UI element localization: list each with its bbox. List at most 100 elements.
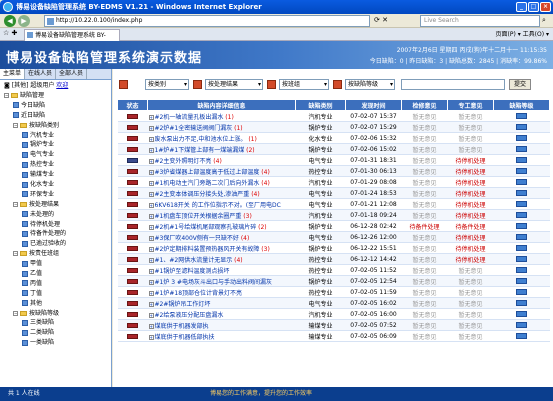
tree-item[interactable]: 待停机处理	[0, 220, 111, 230]
favorites-icon[interactable]: ☆ ✚	[3, 29, 17, 37]
table-row[interactable]: + 煤底供于机器低部执扶 输煤专业 07-02-05 06:09 暂无意见 暂无意见	[117, 330, 550, 342]
defect-link[interactable]: #1炉#18顶部仓位计背景灯不亮	[155, 290, 243, 297]
tree-item[interactable]: 今日缺陷	[0, 101, 111, 111]
level-select[interactable]: 按缺陷等级	[345, 79, 395, 90]
expand-icon[interactable]: −	[13, 310, 18, 316]
level-badge-icon[interactable]	[516, 289, 527, 295]
tree-item[interactable]: 乙值	[0, 269, 111, 279]
level-badge-icon[interactable]	[516, 190, 527, 196]
defect-link[interactable]: #1机电动主汽门旁路二次门后向外漏水	[155, 180, 260, 187]
close-button[interactable]: ×	[540, 2, 551, 12]
tree-item[interactable]: 化水专业	[0, 180, 111, 190]
search-icon[interactable]: ⌕	[542, 16, 546, 25]
expand-icon[interactable]: +	[148, 323, 154, 329]
category-select[interactable]: 按类别	[145, 79, 189, 90]
table-row[interactable]: + #2炉#1全密输送阀阀门漏灰 (1) 锅炉专业 07-02-07 15:29 暂无意…	[117, 121, 550, 133]
tree-item[interactable]: − 按责任班组	[0, 249, 111, 259]
tree-item[interactable]: 丁值	[0, 289, 111, 299]
defect-link[interactable]: 6KV618开关 的工作位指示不对。(至厂用电DC	[155, 202, 281, 209]
expand-icon[interactable]: +	[148, 224, 154, 230]
expand-icon[interactable]: +	[148, 158, 154, 164]
content-cell[interactable]: + #2主变外照明灯不亮 (4)	[147, 154, 296, 166]
level-badge-icon[interactable]	[516, 300, 527, 306]
defect-link[interactable]: #2主变外照明灯不亮	[155, 158, 212, 165]
level-badge-icon[interactable]	[516, 267, 527, 273]
level-badge-icon[interactable]	[516, 234, 527, 240]
level-badge-icon[interactable]	[516, 245, 527, 251]
tab-current[interactable]: 博易设备缺陷管理系统 BY-EDMS V1.21	[24, 29, 120, 50]
expand-icon[interactable]: +	[148, 235, 154, 241]
tree-item[interactable]: − 按缺陷等级	[0, 309, 111, 319]
content-cell[interactable]: +1#炉#1下煤管上部有一煤端漏煤 (2)	[147, 143, 296, 155]
col-status[interactable]: 状态	[117, 99, 148, 111]
table-row[interactable]: +6KV618开关 的工作位指示不对。(至厂用电DC 电气专业 07-01-21 …	[117, 198, 550, 210]
tree-item[interactable]: 丙值	[0, 279, 111, 289]
tree-item[interactable]: 已逾过验收的	[0, 239, 111, 249]
table-row[interactable]: + #1炉#18顶部仓位计背景灯不亮 热控专业 07-02-05 11:59 暂无意见…	[117, 286, 550, 298]
welcome-link[interactable]: 欢迎	[56, 82, 68, 89]
expand-icon[interactable]: +	[148, 114, 154, 120]
defect-link[interactable]: 煤底供于机器低部执扶	[155, 334, 215, 341]
expand-icon[interactable]: +	[148, 257, 154, 263]
expand-icon[interactable]: +	[148, 268, 154, 274]
expand-icon[interactable]: +	[148, 290, 154, 296]
level-badge-icon[interactable]	[516, 256, 527, 262]
table-row[interactable]: + #1锅炉至滤料温度测点损坏 热控专业 07-02-05 11:52 暂无意见 暂无意…	[117, 264, 550, 276]
tree-item[interactable]: 未处理的	[0, 210, 111, 220]
table-row[interactable]: + 废水泵出力不足,中和池水位上涨。 (1) 化水专业 07-02-06 15:32 暂…	[117, 132, 550, 144]
content-cell[interactable]: + #1炉#18顶部仓位计背景灯不亮	[147, 286, 296, 298]
content-cell[interactable]: + #2#锅炉吊工作灯坏	[147, 297, 296, 309]
minimize-button[interactable]: _	[516, 2, 527, 12]
table-row[interactable]: + #3炉省煤器上部温度高于低过上部温度 (4) 热控专业 07-01-30 06:1…	[117, 165, 550, 177]
table-row[interactable]: + #2#锅炉吊工作灯坏 电气专业 07-02-05 16:02 暂无意见 暂无意见	[117, 297, 550, 309]
content-cell[interactable]: + #2炉#1全密输送阀阀门漏灰 (1)	[147, 121, 296, 133]
tree-item[interactable]: 甲值	[0, 259, 111, 269]
expand-icon[interactable]: +	[148, 136, 154, 142]
level-badge-icon[interactable]	[516, 113, 527, 119]
content-cell[interactable]: + #2给泵液压分配压盘漏水	[147, 308, 296, 320]
defect-link[interactable]: #3炉省煤器上部温度高于低过上部温度	[155, 169, 260, 176]
content-cell[interactable]: + #1机电动主汽门旁路二次门后向外漏水 (4)	[147, 176, 296, 188]
col-engineer[interactable]: 专工意见	[447, 99, 494, 111]
expand-icon[interactable]: +	[148, 180, 154, 186]
expand-icon[interactable]: +	[148, 246, 154, 252]
col-category[interactable]: 缺陷类别	[295, 99, 346, 111]
content-cell[interactable]: +6KV618开关 的工作位指示不对。(至厂用电DC	[147, 198, 296, 210]
expand-icon[interactable]: +	[148, 279, 154, 285]
refresh-icon[interactable]: ⟳ ✕	[374, 16, 388, 24]
expand-icon[interactable]: +	[148, 213, 154, 219]
level-badge-icon[interactable]	[516, 168, 527, 174]
col-level[interactable]: 缺陷等级	[493, 99, 550, 111]
result-select[interactable]: 按处理结果	[205, 79, 263, 90]
content-cell[interactable]: + #2机一轴流量孔板出漏水 (1)	[147, 110, 296, 122]
tree-item[interactable]: 汽机专业	[0, 131, 111, 141]
table-row[interactable]: + #2主变外照明灯不亮 (4) 电气专业 07-01-31 18:31 暂无意见 待停机…	[117, 154, 550, 166]
level-badge-icon[interactable]	[516, 201, 527, 207]
table-row[interactable]: + #3保厂吹400V侧有一只缺不好 (4) 电气专业 06-12-26 12:00 暂…	[117, 231, 550, 243]
content-cell[interactable]: + #1锅炉至滤料温度测点损坏	[147, 264, 296, 276]
expand-icon[interactable]: +	[148, 125, 154, 131]
tree-item[interactable]: 环保专业	[0, 190, 111, 200]
submit-button[interactable]: 提交	[509, 79, 531, 90]
level-badge-icon[interactable]	[516, 223, 527, 229]
defect-link[interactable]: #2机一轴流量孔板出漏水	[155, 114, 224, 121]
search-input[interactable]: Live Search	[420, 15, 540, 27]
table-row[interactable]: + #2炉定期排料装置预热器风开关有故障 (3) 锅炉专业 06-12-22 15:5…	[117, 242, 550, 254]
expand-icon[interactable]: −	[13, 251, 18, 257]
content-cell[interactable]: + #3炉省煤器上部温度高于低过上部温度 (4)	[147, 165, 296, 177]
table-row[interactable]: + 煤底供于机器发部执 输煤专业 07-02-05 07:52 暂无意见 暂无意见	[117, 319, 550, 331]
defect-link[interactable]: #1机盘车顶位开关根据余圈严重	[155, 213, 242, 220]
expand-icon[interactable]: +	[148, 169, 154, 175]
level-badge-icon[interactable]	[516, 333, 527, 339]
defect-link[interactable]: #1锅炉至滤料温度测点损坏	[155, 268, 230, 275]
defect-link[interactable]: #3保厂吹400V侧有一只缺不好	[155, 235, 239, 242]
content-cell[interactable]: + #3保厂吹400V侧有一只缺不好 (4)	[147, 231, 296, 243]
level-badge-icon[interactable]	[516, 179, 527, 185]
content-cell[interactable]: + #2炉定期排料装置预热器风开关有故障 (3)	[147, 242, 296, 254]
table-row[interactable]: + #2主变本体调压分接头处,渗油严重 (4) 电气专业 07-01-24 18:53…	[117, 187, 550, 199]
content-cell[interactable]: + 煤底供于机器低部执扶	[147, 330, 296, 342]
col-time[interactable]: 发现时间	[345, 99, 402, 111]
level-badge-icon[interactable]	[516, 212, 527, 218]
expand-icon[interactable]: −	[13, 201, 18, 207]
toolbar-menu[interactable]: 页面(P) ▾ 工具(O) ▾	[496, 29, 549, 40]
